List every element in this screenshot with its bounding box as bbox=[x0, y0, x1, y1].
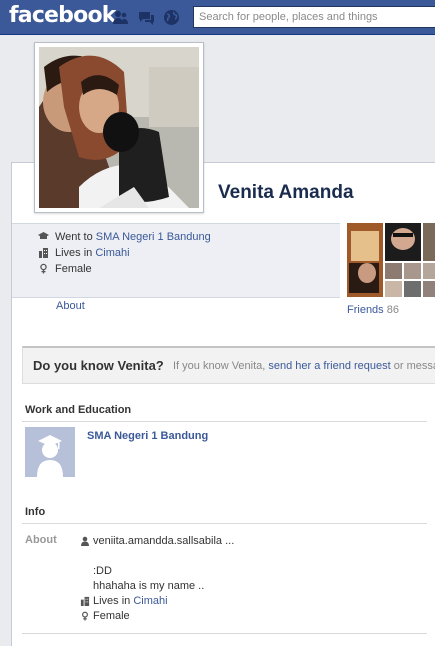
do-you-know-box: Do you know Venita? If you know Venita, … bbox=[22, 346, 435, 384]
globe-icon[interactable] bbox=[163, 9, 180, 26]
info-city-link[interactable]: Cimahi bbox=[133, 595, 167, 607]
school-icon bbox=[38, 231, 50, 243]
messages-icon[interactable] bbox=[138, 9, 155, 26]
info-username: veniita.amandda.sallsabila ... bbox=[80, 533, 234, 548]
info-bio-line: hhahaha is my name .. bbox=[93, 579, 205, 592]
info-gender: Female bbox=[80, 608, 234, 623]
gender-icon bbox=[38, 263, 50, 275]
info-heading: Info bbox=[25, 506, 46, 518]
work-education-heading: Work and Education bbox=[25, 404, 132, 416]
profile-facts: Went to SMA Negeri 1 Bandung Lives in Ci… bbox=[38, 229, 211, 277]
city-link[interactable]: Cimahi bbox=[95, 247, 129, 259]
profile-picture[interactable] bbox=[34, 42, 204, 213]
school-link[interactable]: SMA Negeri 1 Bandung bbox=[96, 231, 211, 243]
info-lives-in: Lives in Cimahi bbox=[80, 593, 234, 608]
friends-thumbnails[interactable] bbox=[347, 223, 435, 297]
divider bbox=[22, 633, 427, 634]
about-tab[interactable]: About bbox=[56, 300, 85, 312]
fact-residence: Lives in Cimahi bbox=[38, 245, 211, 261]
gender-icon bbox=[80, 611, 92, 621]
info-gender-text: Female bbox=[93, 609, 130, 622]
profile-name: Venita Amanda bbox=[218, 182, 354, 203]
home-icon bbox=[80, 596, 92, 606]
know-text-after: or messa bbox=[390, 360, 435, 372]
friends-link[interactable]: Friends 86 bbox=[347, 304, 399, 316]
info-username-text: veniita.amandda.sallsabila ... bbox=[93, 534, 235, 547]
friends-count: 86 bbox=[386, 304, 399, 316]
know-title: Do you know Venita? bbox=[33, 358, 164, 373]
school-name-link[interactable]: SMA Negeri 1 Bandung bbox=[87, 430, 208, 442]
know-text-before: If you know Venita, bbox=[173, 360, 269, 372]
know-text: If you know Venita, send her a friend re… bbox=[173, 360, 435, 372]
send-friend-request-link[interactable]: send her a friend request bbox=[268, 360, 390, 372]
info-about-details: veniita.amandda.sallsabila ... :DD hhaha… bbox=[80, 533, 234, 623]
search-input[interactable] bbox=[193, 6, 435, 28]
top-bar: facebook bbox=[0, 0, 435, 35]
fact-education-prefix: Went to bbox=[55, 231, 93, 243]
person-icon bbox=[80, 536, 92, 546]
info-lives-prefix: Lives in bbox=[93, 594, 134, 607]
fact-gender-text: Female bbox=[55, 263, 92, 275]
info-about-label: About bbox=[25, 534, 57, 546]
home-icon bbox=[38, 247, 50, 259]
info-bio-line: :DD bbox=[93, 564, 112, 577]
friends-label-text[interactable]: Friends bbox=[347, 304, 384, 316]
facebook-logo[interactable]: facebook bbox=[9, 3, 116, 28]
fact-education: Went to SMA Negeri 1 Bandung bbox=[38, 229, 211, 245]
divider bbox=[22, 523, 427, 524]
divider bbox=[22, 421, 427, 422]
school-placeholder-image[interactable] bbox=[25, 427, 75, 477]
friend-requests-icon[interactable] bbox=[112, 9, 129, 26]
fact-residence-prefix: Lives in bbox=[55, 247, 93, 259]
fact-gender: Female bbox=[38, 261, 211, 277]
